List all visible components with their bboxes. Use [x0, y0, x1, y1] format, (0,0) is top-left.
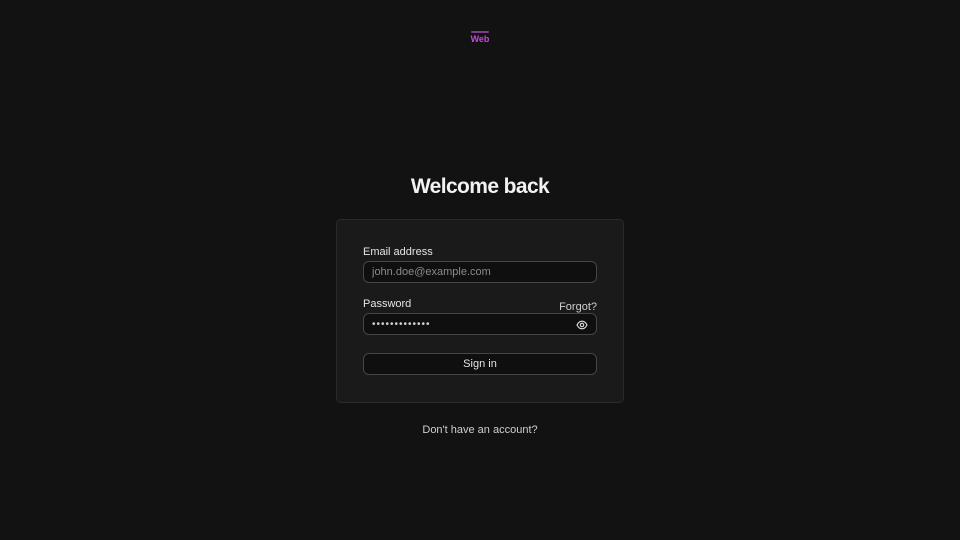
- email-label: Email address: [363, 246, 433, 258]
- page-title: Welcome back: [410, 175, 550, 198]
- password-field-wrapper: [363, 313, 597, 335]
- forgot-password-link[interactable]: Forgot?: [559, 300, 597, 314]
- login-card: Email address Password Forgot? Sign in: [336, 219, 624, 403]
- signup-link[interactable]: Don't have an account?: [422, 424, 537, 436]
- brand-logo-icon: Web: [471, 31, 490, 43]
- login-page: Web Welcome back Email address Password …: [0, 0, 960, 540]
- eye-icon[interactable]: [576, 318, 588, 330]
- brand-logo-text: Web: [471, 34, 490, 43]
- sign-in-button[interactable]: Sign in: [363, 353, 597, 375]
- password-input[interactable]: [364, 314, 596, 334]
- email-field-wrapper: [363, 261, 597, 283]
- signup-prompt: Don't have an account?: [0, 423, 960, 437]
- email-input[interactable]: [364, 262, 596, 282]
- password-label: Password: [363, 298, 412, 310]
- brand-logo: Web: [470, 31, 490, 43]
